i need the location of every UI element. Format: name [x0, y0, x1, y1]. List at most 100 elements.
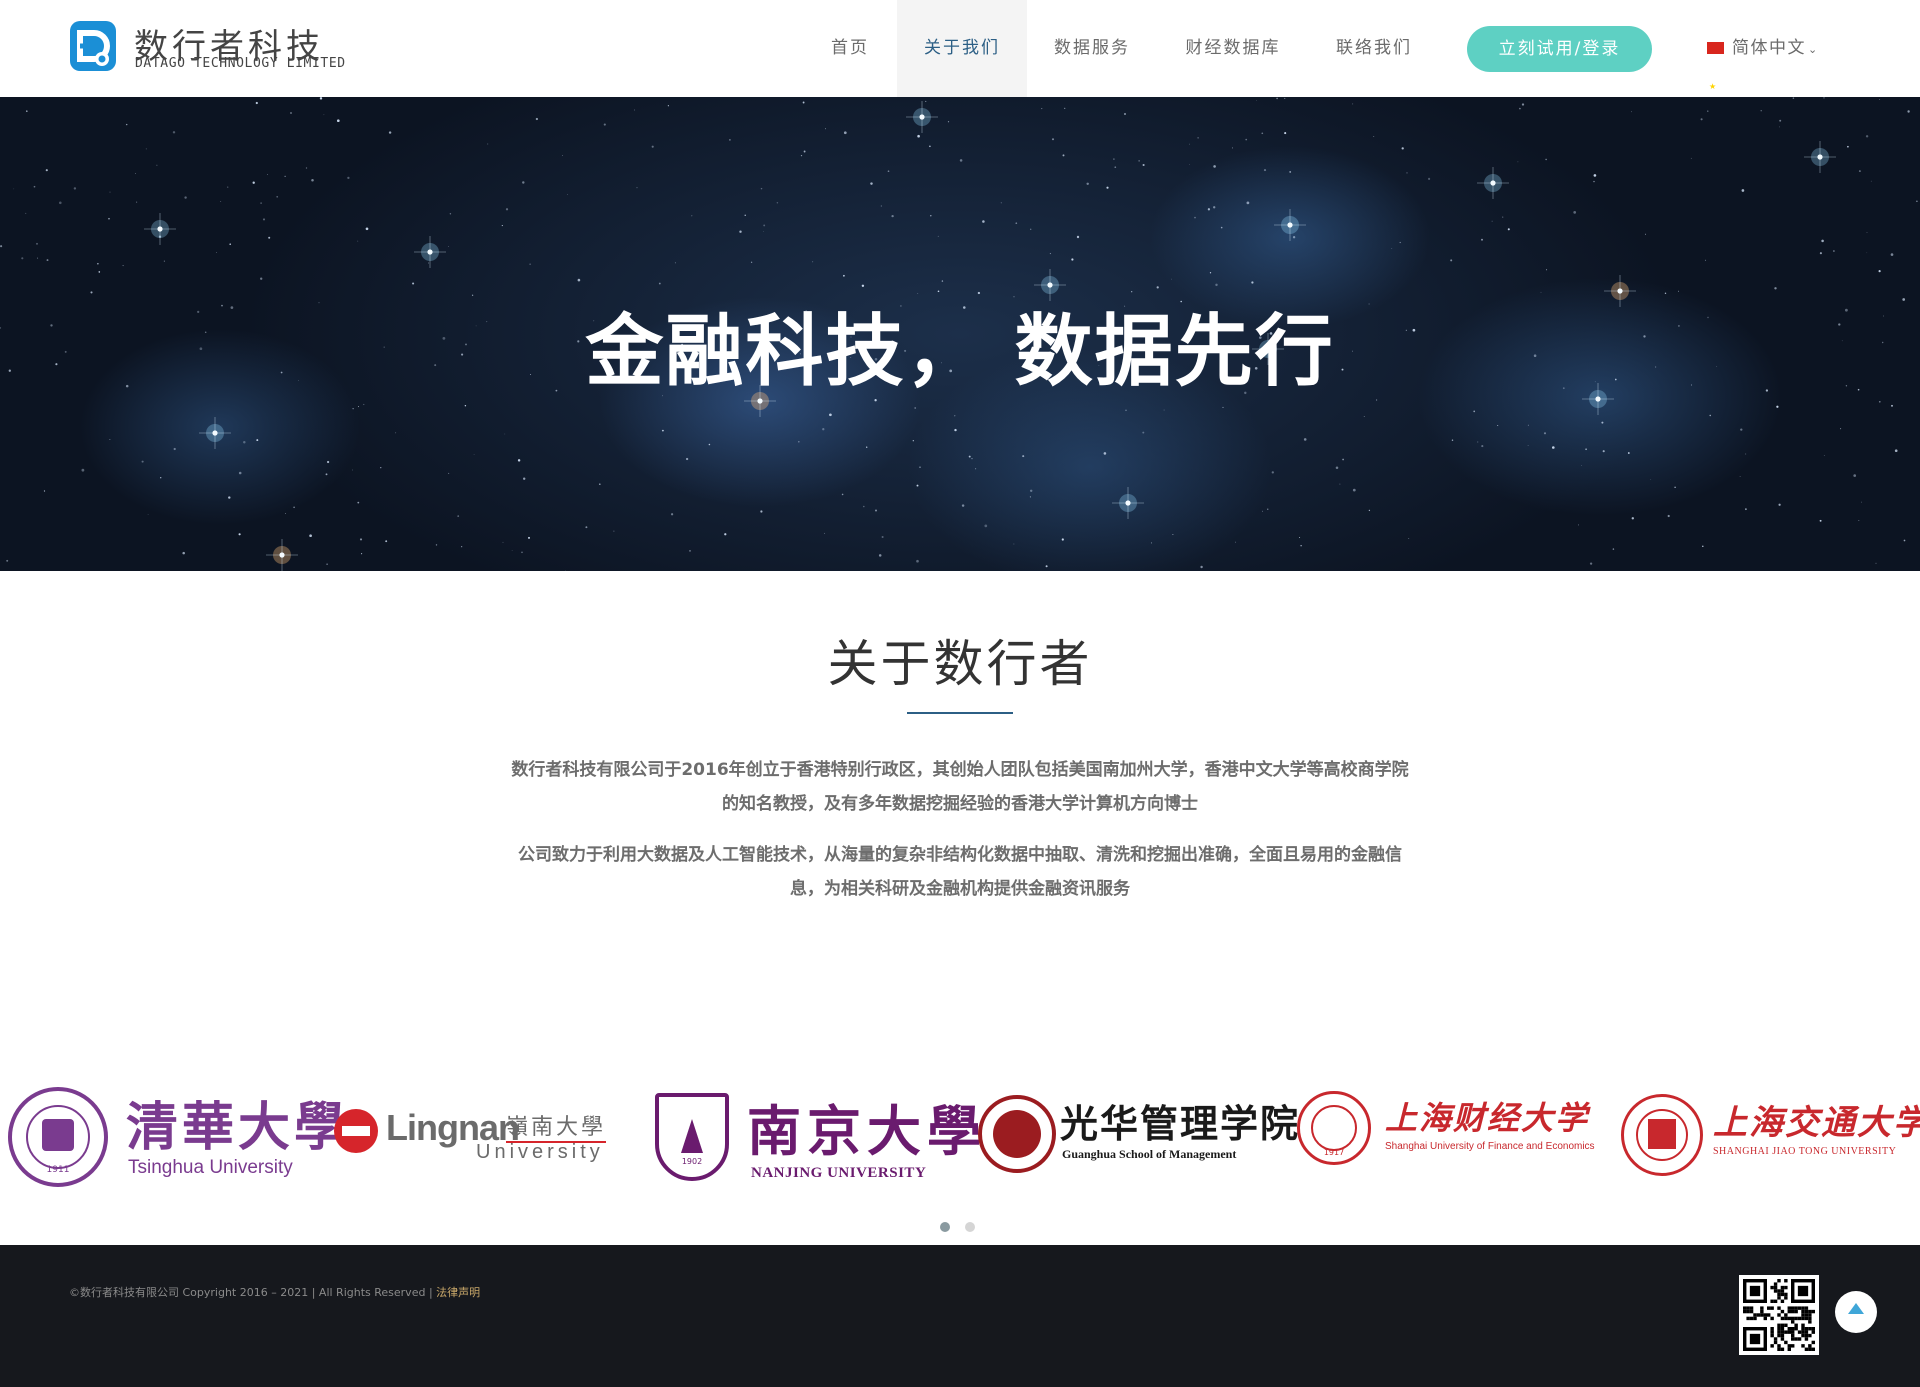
star: [517, 459, 521, 462]
star: [881, 535, 884, 539]
star: [285, 513, 287, 514]
partner-name-cn: 上海交通大学: [1713, 1103, 1920, 1143]
nav-item-financial-database[interactable]: 财经数据库: [1177, 0, 1289, 97]
star: [448, 472, 450, 474]
bright-star: [199, 417, 231, 449]
star: [325, 473, 328, 476]
star: [824, 532, 826, 534]
star: [1124, 113, 1126, 115]
star: [1819, 519, 1822, 522]
partner-logo-tsinghua[interactable]: 1911 清華大學 Tsinghua University: [8, 1085, 346, 1195]
nav-item-about[interactable]: 关于我们: [897, 0, 1027, 97]
star: [891, 214, 894, 218]
star: [1593, 180, 1595, 183]
star: [1408, 538, 1410, 539]
partner-name-cn: 嶺南大學: [506, 1109, 607, 1143]
brand-name-en: DATAGO TECHNOLOGY LIMITED: [135, 56, 346, 71]
star: [284, 175, 286, 177]
star: [802, 101, 805, 104]
star: [122, 265, 124, 267]
nav-item-contact[interactable]: 联络我们: [1328, 0, 1420, 97]
partner-logo-lingnan[interactable]: Lingnan 嶺南大學 University: [334, 1085, 624, 1195]
partner-logo-nanjing[interactable]: 1902 南京大學 NANJING UNIVERSITY: [655, 1085, 981, 1195]
star: [243, 441, 246, 444]
star: [812, 261, 814, 263]
star: [670, 513, 674, 516]
nav-item-data-services[interactable]: 数据服务: [1041, 0, 1143, 97]
partner-logo-guanghua[interactable]: 1898 光华管理学院 Guanghua School of Managemen…: [978, 1085, 1298, 1195]
star: [352, 408, 354, 410]
star: [256, 439, 259, 442]
star: [1823, 454, 1825, 456]
star: [930, 215, 932, 217]
star: [1261, 510, 1264, 512]
star: [1602, 450, 1605, 453]
star: [929, 145, 931, 148]
star: [238, 471, 242, 475]
star: [1481, 445, 1484, 448]
star: [1866, 231, 1868, 233]
star: [803, 150, 806, 153]
bright-star: [906, 101, 938, 133]
partner-logo-sjtu[interactable]: 上海交通大学 SHANGHAI JIAO TONG UNIVERSITY: [1621, 1085, 1920, 1195]
star: [776, 202, 779, 204]
bright-star: [1477, 167, 1509, 199]
star: [1113, 158, 1115, 160]
star: [1760, 110, 1762, 112]
legal-notice-link[interactable]: 法律声明: [436, 1286, 480, 1299]
star: [1650, 479, 1652, 480]
brand-logo[interactable]: 数行者科技 DATAGO TECHNOLOGY LIMITED: [68, 19, 368, 75]
star: [1778, 503, 1781, 506]
back-to-top-button[interactable]: [1835, 1291, 1877, 1333]
star: [1507, 228, 1510, 231]
star: [861, 284, 865, 287]
star: [1029, 489, 1033, 493]
star: [1051, 138, 1055, 141]
partner-name-en: Guanghua School of Management: [1062, 1147, 1237, 1161]
star: [916, 559, 919, 563]
star: [1521, 103, 1525, 106]
partner-logo-carousel[interactable]: 1911 清華大學 Tsinghua University Lingnan 嶺南…: [0, 1085, 1920, 1195]
star: [567, 194, 568, 195]
star: [26, 110, 28, 112]
carousel-dot-2[interactable]: [965, 1222, 975, 1232]
star: [750, 261, 753, 263]
star: [363, 403, 365, 406]
star: [229, 243, 231, 245]
star: [1903, 539, 1906, 542]
star: [1299, 537, 1301, 538]
star: [1215, 283, 1218, 287]
carousel-dot-1[interactable]: [940, 1222, 950, 1232]
star: [887, 170, 890, 173]
star: [262, 218, 266, 221]
star: [1062, 154, 1065, 157]
star: [959, 159, 963, 162]
star: [1352, 488, 1356, 492]
star: [1593, 174, 1597, 177]
trial-login-button[interactable]: 立刻试用/登录: [1467, 26, 1652, 72]
star: [1246, 201, 1250, 205]
star: [1739, 476, 1741, 477]
partner-name-en: NANJING UNIVERSITY: [751, 1165, 927, 1181]
star: [961, 504, 965, 507]
brand-logo-icon: [70, 21, 116, 71]
star: [1261, 132, 1264, 135]
star: [1142, 163, 1145, 167]
nav-item-home[interactable]: 首页: [818, 0, 882, 97]
language-selector[interactable]: 简体中文⌄: [1707, 0, 1819, 135]
star: [1368, 509, 1371, 512]
star: [1163, 409, 1165, 411]
sufe-seal-icon: 1917: [1297, 1091, 1371, 1165]
partner-logo-sufe[interactable]: 1917 上海财经大学 Shanghai University of Finan…: [1297, 1085, 1597, 1195]
star: [13, 188, 15, 190]
star: [1502, 216, 1504, 218]
star: [866, 446, 868, 448]
star: [1891, 404, 1893, 407]
title-divider: [907, 712, 1013, 714]
star: [1578, 524, 1579, 526]
star: [461, 546, 463, 548]
star: [228, 496, 231, 499]
chevron-down-icon: ⌄: [1808, 43, 1819, 56]
star: [528, 536, 530, 539]
star: [971, 457, 973, 460]
